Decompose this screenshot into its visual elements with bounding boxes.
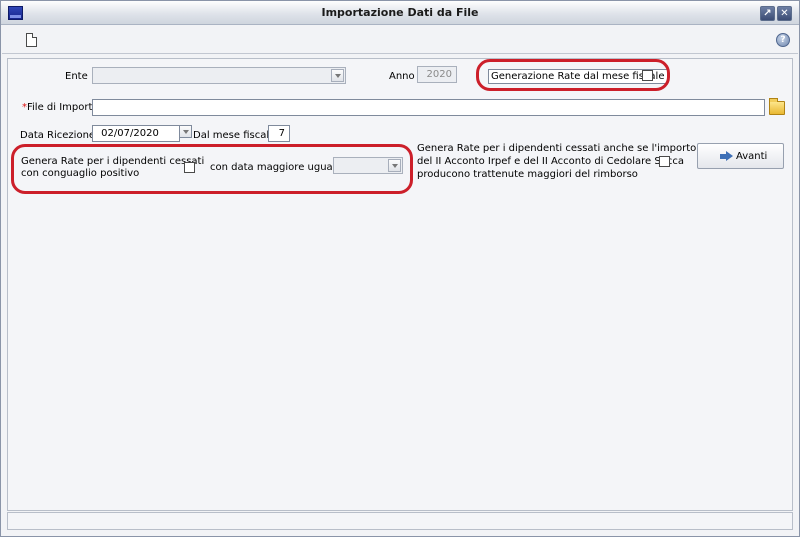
acconto-checkbox[interactable] — [659, 156, 670, 167]
avanti-label: Avanti — [736, 151, 768, 162]
help-icon[interactable]: ? — [776, 33, 790, 47]
ente-select[interactable] — [92, 67, 346, 84]
avanti-button[interactable]: Avanti — [697, 143, 784, 169]
chevron-down-icon[interactable] — [331, 69, 344, 82]
status-bar — [7, 512, 793, 530]
generazione-checkbox[interactable] — [642, 70, 653, 81]
title-bar: Importazione Dati da File ↗ ✕ — [1, 1, 799, 25]
acconto-label-line3: producono trattenute maggiori del rimbor… — [417, 169, 638, 180]
cessati-label-line2: con conguaglio positivo — [21, 168, 140, 179]
cessati-label-line1: Genera Rate per i dipendenti cessati — [21, 156, 205, 167]
import-window: Importazione Dati da File ↗ ✕ ? Ente Ann… — [0, 0, 800, 537]
arrow-right-icon — [720, 151, 733, 161]
data-maggiore-label: con data maggiore uguale a — [210, 162, 351, 173]
data-ricezione-label: Data Ricezione — [20, 130, 96, 141]
new-document-icon[interactable] — [26, 33, 37, 47]
chevron-down-icon[interactable] — [388, 159, 401, 172]
generazione-label: Generazione Rate dal mese fiscale — [488, 69, 668, 84]
close-button[interactable]: ✕ — [777, 6, 792, 21]
toolbar: ? — [2, 26, 798, 54]
cessati-checkbox[interactable] — [184, 162, 195, 173]
dal-mese-input[interactable]: 7 — [268, 125, 290, 142]
calendar-dropdown-icon[interactable] — [179, 125, 192, 138]
anno-label: Anno — [389, 71, 415, 82]
acconto-label-line2: del II Acconto Irpef e del II Acconto di… — [417, 156, 684, 167]
ente-label: Ente — [65, 71, 88, 82]
data-maggiore-select[interactable] — [333, 157, 403, 174]
data-ricezione-input[interactable]: 02/07/2020 — [92, 125, 192, 142]
anno-field[interactable]: 2020 — [417, 66, 457, 83]
restore-button[interactable]: ↗ — [760, 6, 775, 21]
form-panel: Ente Anno 2020 Generazione Rate dal mese… — [7, 58, 793, 511]
acconto-label-line1: Genera Rate per i dipendenti cessati anc… — [417, 143, 697, 154]
dal-mese-label: Dal mese fiscale — [193, 130, 276, 141]
folder-icon[interactable] — [769, 98, 785, 115]
window-title: Importazione Dati da File — [321, 6, 479, 19]
file-import-text: File di Import — [27, 102, 93, 113]
file-import-label: *File di Import — [22, 102, 92, 113]
file-import-input[interactable] — [92, 99, 765, 116]
data-ricezione-value: 02/07/2020 — [101, 128, 159, 139]
